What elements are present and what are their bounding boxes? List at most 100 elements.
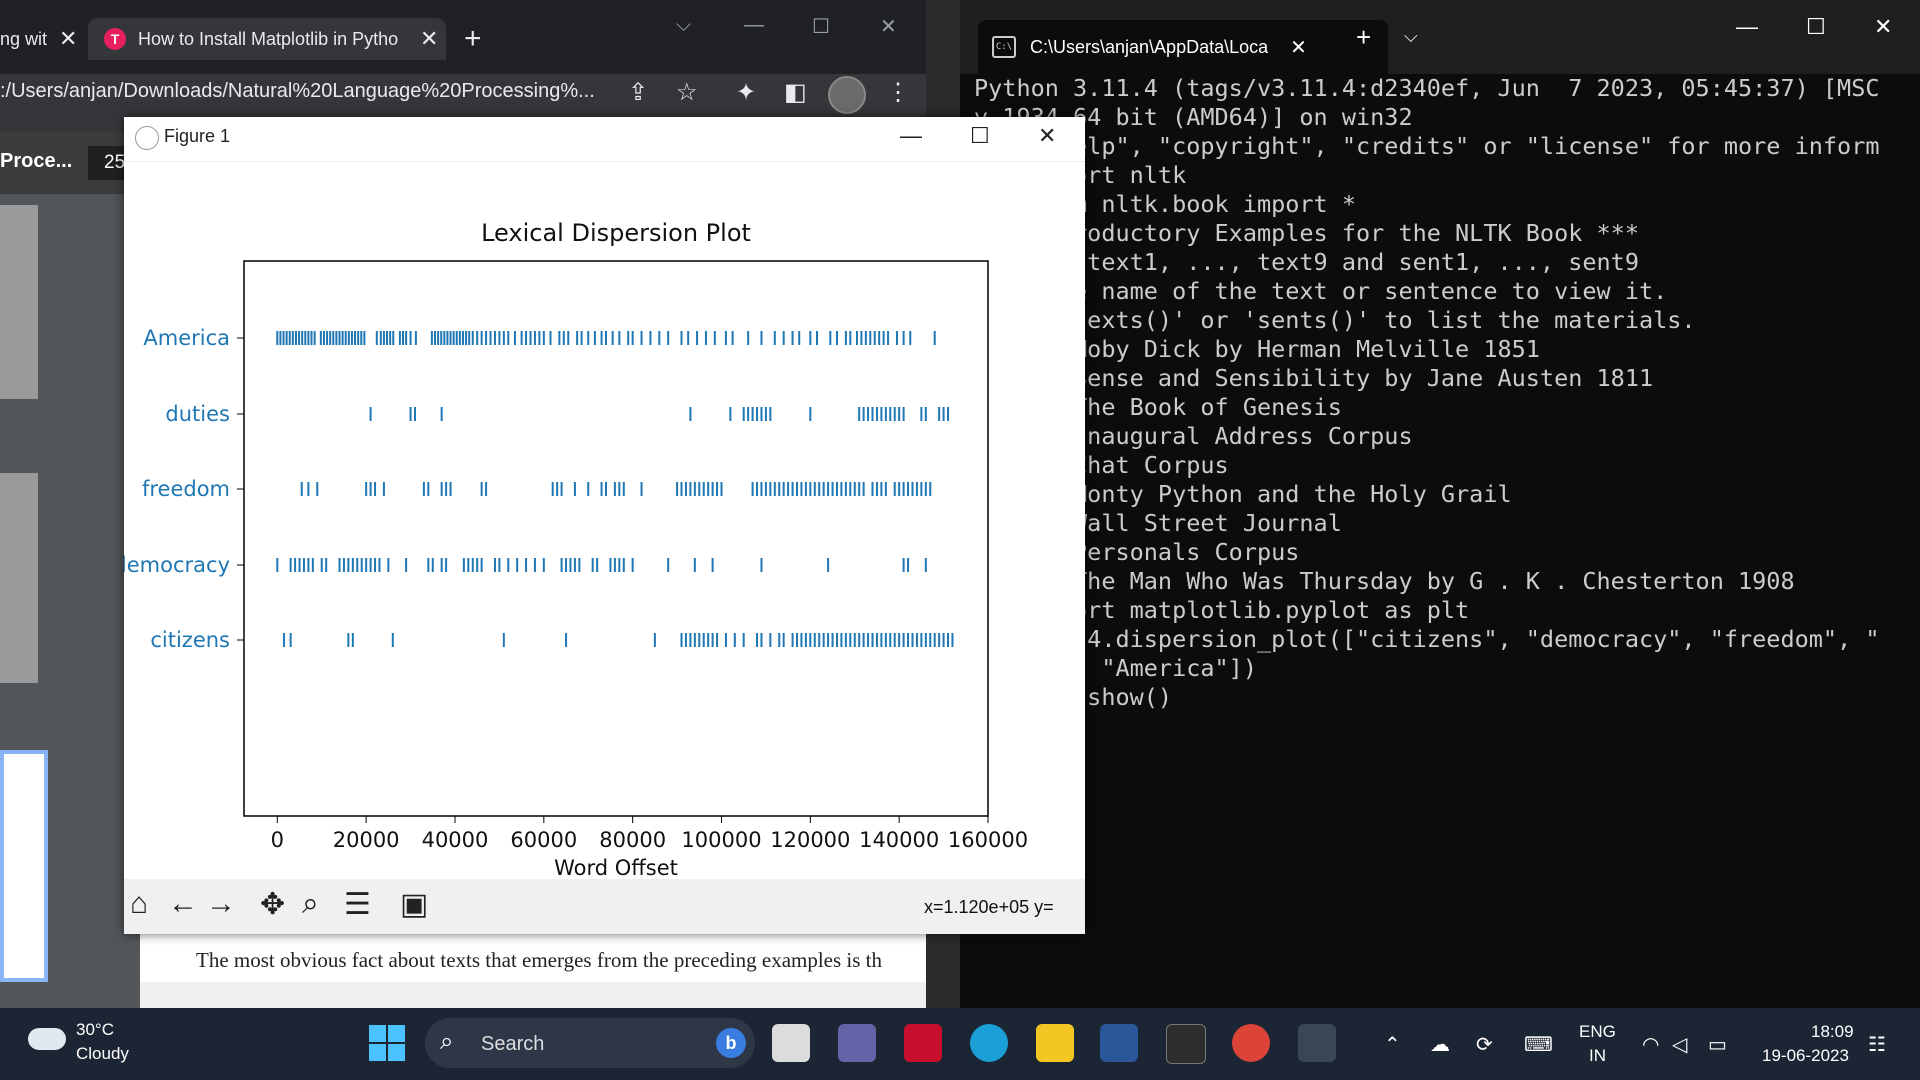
terminal-line: Type: 'texts()' or 'sents()' to list the…	[974, 306, 1696, 334]
tab-search-chevron-icon[interactable]: ⌵	[676, 14, 691, 37]
close-icon[interactable]: ✕	[1874, 14, 1892, 40]
cloud-weather-icon[interactable]	[28, 1028, 66, 1050]
close-icon[interactable]: ✕	[59, 26, 77, 52]
browser-tab-2[interactable]: T How to Install Matplotlib in Pytho ✕	[88, 18, 446, 60]
terminal-line: >>> import nltk	[974, 161, 1187, 189]
taskbar-search-box[interactable]	[425, 1018, 755, 1068]
sync-icon[interactable]: ⟳	[1476, 1032, 1493, 1057]
extensions-icon[interactable]: ✦	[736, 78, 756, 107]
new-tab-button[interactable]: +	[464, 22, 482, 56]
terminal-app-icon[interactable]	[1166, 1024, 1206, 1064]
profile-avatar[interactable]	[828, 76, 866, 114]
onedrive-icon[interactable]: ☁	[1430, 1032, 1450, 1057]
search-icon: ⌕	[440, 1028, 454, 1055]
terminal-line: Loading text1, ..., text9 and sent1, ...…	[974, 248, 1639, 276]
maximize-icon[interactable]: ☐	[970, 123, 990, 149]
weather-condition[interactable]: Cloudy	[76, 1044, 129, 1064]
close-icon[interactable]: ✕	[1290, 35, 1307, 60]
pdf-body-text: The most obvious fact about texts that e…	[196, 948, 883, 972]
forward-arrow-icon[interactable]: →	[206, 887, 236, 921]
x-tick-label: 20000	[333, 828, 400, 852]
terminal-line: text8: Personals Corpus	[974, 538, 1300, 566]
figure-title: Figure 1	[164, 126, 231, 146]
save-icon[interactable]: ▣	[400, 887, 428, 922]
matplotlib-icon	[135, 126, 159, 150]
volume-icon[interactable]: ◁	[1672, 1032, 1687, 1057]
configure-subplots-icon[interactable]: ☰	[344, 887, 371, 922]
figure-window: Figure 1 — ☐ ✕ Lexical Dispersion Plot A…	[124, 117, 1085, 934]
terminal-line: Python 3.11.4 (tags/v3.11.4:d2340ef, Jun…	[974, 74, 1880, 102]
cursor-coordinates: x=1.120e+05 y=	[924, 897, 1054, 917]
terminal-output[interactable]: Python 3.11.4 (tags/v3.11.4:d2340ef, Jun…	[974, 74, 1879, 712]
weather-temperature[interactable]: 30°C	[76, 1020, 114, 1040]
teams-icon[interactable]	[838, 1024, 876, 1062]
tab-label: How to Install Matplotlib in Pytho	[138, 28, 399, 49]
terminal-line: duties", "America"])	[974, 654, 1257, 682]
battery-icon[interactable]: ▭	[1708, 1032, 1727, 1057]
terminal-window: C:\ C:\Users\anjan\AppData\Loca ✕ + ⌵ — …	[960, 0, 1920, 1008]
chrome-icon[interactable]	[1232, 1024, 1270, 1062]
python-figure-app-icon[interactable]	[1298, 1024, 1336, 1062]
star-icon[interactable]: ☆	[676, 78, 698, 107]
figure-titlebar	[124, 117, 1085, 162]
page-thumbnail[interactable]	[0, 473, 38, 683]
clock-time[interactable]: 18:09	[1811, 1022, 1854, 1042]
edge-icon[interactable]	[970, 1024, 1008, 1062]
terminal-line: v.1934 64 bit (AMD64)] on win32	[974, 103, 1413, 131]
file-explorer-icon[interactable]	[1036, 1024, 1074, 1062]
minimize-icon[interactable]: —	[900, 123, 922, 149]
close-icon[interactable]: ✕	[1038, 123, 1056, 149]
new-tab-icon[interactable]: +	[1356, 22, 1371, 53]
notification-icon[interactable]: ☷	[1868, 1032, 1886, 1057]
x-tick-label: 40000	[422, 828, 489, 852]
task-view-icon[interactable]	[772, 1024, 810, 1062]
terminal-line: text2: Sense and Sensibility by Jane Aus…	[974, 364, 1654, 392]
search-label: Search	[481, 1033, 545, 1055]
url-field[interactable]: :/Users/anjan/Downloads/Natural%20Langua…	[0, 80, 595, 103]
clock-date[interactable]: 19-06-2023	[1762, 1046, 1849, 1066]
mcafee-icon[interactable]	[904, 1024, 942, 1062]
side-panel-icon[interactable]: ◧	[784, 78, 807, 107]
input-region-indicator[interactable]: IN	[1589, 1046, 1606, 1066]
terminal-tab-title: C:\Users\anjan\AppData\Loca	[1030, 36, 1269, 57]
chevron-down-icon[interactable]: ⌵	[1404, 26, 1418, 47]
home-icon[interactable]: ⌂	[130, 887, 148, 921]
language-indicator[interactable]: ENG	[1579, 1022, 1616, 1042]
y-tick-label: democracy	[124, 553, 230, 577]
x-tick-label: 80000	[599, 828, 666, 852]
browser-tab-1[interactable]: ng wit ✕	[0, 18, 80, 60]
word-icon[interactable]	[1100, 1024, 1138, 1062]
close-icon[interactable]: ✕	[420, 26, 438, 52]
share-icon[interactable]: ⇪	[628, 78, 648, 107]
pan-icon[interactable]: ✥	[260, 887, 285, 922]
minimize-icon[interactable]: —	[744, 14, 764, 37]
page-thumbnail-selected[interactable]	[0, 750, 48, 982]
y-tick-label: duties	[165, 402, 230, 426]
dispersion-plot: Lexical Dispersion Plot America duties fre…	[124, 219, 1028, 879]
chevron-up-icon[interactable]: ⌃	[1384, 1032, 1401, 1057]
x-tick-label: 120000	[770, 828, 850, 852]
wifi-icon[interactable]: ◠	[1642, 1032, 1659, 1057]
windows-start-icon[interactable]	[369, 1025, 405, 1061]
terminal-tab[interactable]: C:\ C:\Users\anjan\AppData\Loca ✕	[978, 20, 1388, 74]
page-thumbnail[interactable]	[0, 205, 38, 399]
x-tick-label: 100000	[681, 828, 761, 852]
horizontal-scrollbar[interactable]	[140, 982, 926, 1008]
pdf-document-title: Proce...	[0, 150, 73, 172]
maximize-icon[interactable]: ☐	[1806, 14, 1826, 40]
terminal-line: text3: The Book of Genesis	[974, 393, 1342, 421]
minimize-icon[interactable]: —	[1736, 14, 1758, 40]
terminal-line: Type the name of the text or sentence to…	[974, 277, 1668, 305]
terminal-line: text9: The Man Who Was Thursday by G . K…	[974, 567, 1795, 595]
bing-icon[interactable]: b	[716, 1028, 746, 1058]
zoom-icon[interactable]: ⌕	[302, 887, 319, 921]
back-arrow-icon[interactable]: ←	[168, 887, 198, 921]
terminal-line: >>> import matplotlib.pyplot as plt	[974, 596, 1470, 624]
tab-label: ng wit	[0, 28, 48, 49]
terminal-line: text7: Wall Street Journal	[974, 509, 1342, 537]
menu-kebab-icon[interactable]: ⋮	[886, 78, 910, 107]
keyboard-icon[interactable]: ⌨	[1524, 1032, 1553, 1057]
maximize-icon[interactable]: ☐	[812, 14, 830, 39]
x-tick-label: 160000	[948, 828, 1028, 852]
close-icon[interactable]: ✕	[880, 14, 897, 39]
